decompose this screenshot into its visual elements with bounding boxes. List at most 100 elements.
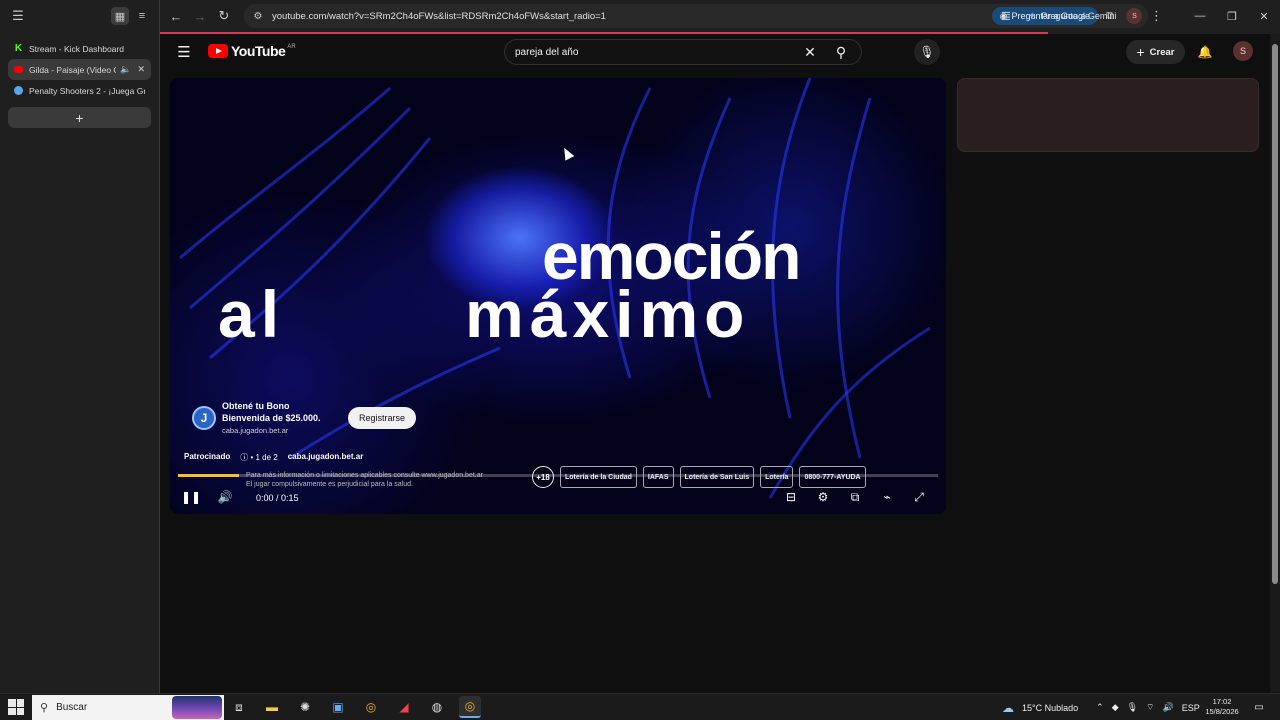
chevron-up-icon[interactable]: ⌃: [1096, 702, 1104, 713]
account-avatar[interactable]: S: [1233, 41, 1253, 61]
tab-grid-icon[interactable]: ▦: [111, 7, 129, 25]
ad-progress-fill: [178, 474, 239, 477]
tab-search-icon[interactable]: ≡: [133, 7, 151, 25]
notifications-icon[interactable]: ▭: [1252, 700, 1266, 714]
task-view-icon[interactable]: ⧈: [228, 696, 250, 718]
companion-ad-panel[interactable]: [957, 78, 1259, 152]
subtitles-icon[interactable]: ⊟: [780, 486, 802, 508]
reload-icon[interactable]: ↻: [212, 4, 236, 28]
wifi-icon[interactable]: ⌔: [1146, 702, 1154, 713]
taskbar-search[interactable]: ⚲ Buscar: [32, 695, 224, 720]
taskbar-search-placeholder: Buscar: [56, 702, 88, 713]
tab-title: Gilda - Paisaje (Video Of: [29, 64, 117, 75]
store-icon[interactable]: ▣: [327, 696, 349, 718]
guide-menu-icon[interactable]: ☰: [174, 42, 194, 62]
ad-register-button[interactable]: Registrarse: [348, 406, 417, 429]
restore-icon[interactable]: ❐: [1216, 0, 1248, 32]
cast-icon[interactable]: ⌁: [876, 486, 898, 508]
volume-icon[interactable]: 🔊: [214, 486, 236, 508]
ad-card: J Obtené tu Bono Bienvenida de $25.000. …: [192, 400, 417, 435]
time-current: 0:00: [256, 493, 274, 503]
site-info-icon[interactable]: ⚙: [250, 8, 266, 24]
windows-start-icon[interactable]: [8, 699, 24, 715]
tab-gilda-paisaje[interactable]: Gilda - Paisaje (Video Of 🔈 ✕: [8, 59, 151, 80]
video-player[interactable]: emoción al máximo J Obtené tu Bono Bienve…: [170, 78, 946, 514]
ad-text: Obtené tu Bono Bienvenida de $25.000. ca…: [222, 400, 332, 435]
sidebar-header: ☰ ▦ ≡: [0, 0, 159, 32]
ad-url[interactable]: caba.jugadon.bet.ar: [222, 426, 332, 435]
browser-toolbar: ← → ↻ ⚙ youtube.com/watch?v=SRm2Ch4oFWs&…: [160, 0, 1280, 32]
ad-title[interactable]: Obtené tu Bono Bienvenida de $25.000.: [222, 400, 332, 424]
sponsor-domain[interactable]: caba.jugadon.bet.ar: [288, 452, 364, 463]
reading-list-icon[interactable]: ≣: [994, 4, 1018, 28]
create-label: Crear: [1149, 46, 1175, 58]
sponsor-label: Patrocinado: [184, 452, 231, 461]
miniplayer-icon[interactable]: ⧉: [844, 486, 866, 508]
clock-time: 17:02: [1212, 697, 1232, 706]
search-input[interactable]: pareja del año: [515, 47, 799, 58]
youtube-search-box: pareja del año ✕ ⚲: [504, 39, 862, 65]
gemini-button[interactable]: ✦ Pregunta a Gemini: [1020, 5, 1124, 27]
settings-gear-icon[interactable]: ⚙: [812, 486, 834, 508]
notifications-bell-icon[interactable]: 🔔: [1194, 41, 1216, 63]
gemini-icon: ✦: [1028, 10, 1037, 22]
time-display: 0:00 / 0:15: [256, 493, 299, 503]
clear-search-icon[interactable]: ✕: [799, 44, 821, 61]
ad-count: 1 de 2: [255, 453, 278, 462]
youtube-logo[interactable]: YouTube AR: [208, 43, 296, 59]
speaker-icon[interactable]: 🔈: [120, 64, 131, 75]
close-tab-icon[interactable]: ✕: [137, 64, 145, 75]
menu-dots-icon[interactable]: ⋮: [1144, 4, 1168, 28]
advertiser-logo-icon[interactable]: J: [192, 405, 216, 430]
minimize-icon[interactable]: —: [1184, 0, 1216, 32]
red-app-icon[interactable]: ◢: [393, 696, 415, 718]
fullscreen-icon[interactable]: ⤢: [908, 486, 930, 508]
new-tab-button[interactable]: +: [8, 107, 151, 128]
search-highlight-image: [172, 696, 222, 719]
headline-word-left: al: [218, 277, 286, 351]
tab-penalty-shooters[interactable]: Penalty Shooters 2 - ¡Juega Grat: [8, 80, 151, 101]
obs-icon[interactable]: ◍: [426, 696, 448, 718]
globe-icon: [14, 86, 23, 95]
language-indicator[interactable]: ESP: [1182, 703, 1200, 713]
clock[interactable]: 17:02 15/8/2026: [1200, 697, 1244, 717]
voice-search-icon[interactable]: 🎙: [914, 39, 940, 65]
kick-icon: K: [14, 43, 23, 54]
tab-controls: 🔈 ✕: [120, 64, 145, 75]
copilot-icon[interactable]: ✺: [294, 696, 316, 718]
file-explorer-icon[interactable]: ▬: [261, 696, 283, 718]
video-headline-bottom: al máximo: [218, 276, 750, 352]
scrollbar-thumb[interactable]: [1272, 44, 1278, 584]
toolbar-right: ≣ ✦ Pregunta a Gemini S ⋮: [994, 4, 1168, 28]
sponsor-info[interactable]: ⓘ • 1 de 2: [240, 452, 278, 463]
gemini-label: Pregunta a Gemini: [1041, 11, 1117, 21]
speaker-icon[interactable]: 🔊: [1163, 702, 1174, 713]
player-controls: ❚❚ 🔊 0:00 / 0:15 ⊟ ⚙ ⧉ ⌁ ⤢: [170, 482, 946, 512]
headline-word-right: máximo: [465, 277, 751, 351]
tab-kick-dashboard[interactable]: K Stream - Kick Dashboard: [8, 38, 151, 59]
tray-app-icon[interactable]: ◆: [1112, 702, 1119, 713]
page-scrollbar[interactable]: [1270, 34, 1280, 693]
chrome-active-icon[interactable]: ◎: [459, 696, 481, 718]
collapse-sidebar-icon[interactable]: ☰: [8, 6, 28, 26]
youtube-icon: [14, 66, 23, 73]
window-controls: — ❐ ✕: [1184, 0, 1280, 32]
weather-text[interactable]: 15°C Nublado: [1022, 703, 1078, 713]
info-icon: ⓘ: [240, 453, 249, 462]
close-window-icon[interactable]: ✕: [1248, 0, 1280, 32]
chrome-icon[interactable]: ◎: [360, 696, 382, 718]
clock-date: 15/8/2026: [1205, 707, 1239, 716]
country-code: AR: [287, 44, 296, 50]
url-text[interactable]: youtube.com/watch?v=SRm2Ch4oFWs&list=RDS…: [272, 11, 992, 22]
create-button[interactable]: + Crear: [1126, 40, 1185, 64]
back-icon[interactable]: ←: [164, 4, 188, 28]
forward-icon[interactable]: →: [188, 4, 212, 28]
sponsored-badge: Patrocinado ⓘ • 1 de 2 caba.jugadon.bet.…: [184, 452, 363, 463]
youtube-play-icon: [208, 44, 228, 58]
search-icon[interactable]: ⚲: [821, 40, 861, 64]
profile-avatar[interactable]: S: [1126, 8, 1143, 24]
mic-icon[interactable]: 🎙: [1127, 702, 1138, 713]
youtube-page: ☰ YouTube AR pareja del año ✕ ⚲ 🎙 + Crea…: [160, 34, 1270, 693]
youtube-wordmark: YouTube: [231, 43, 286, 59]
pause-icon[interactable]: ❚❚: [180, 486, 202, 508]
